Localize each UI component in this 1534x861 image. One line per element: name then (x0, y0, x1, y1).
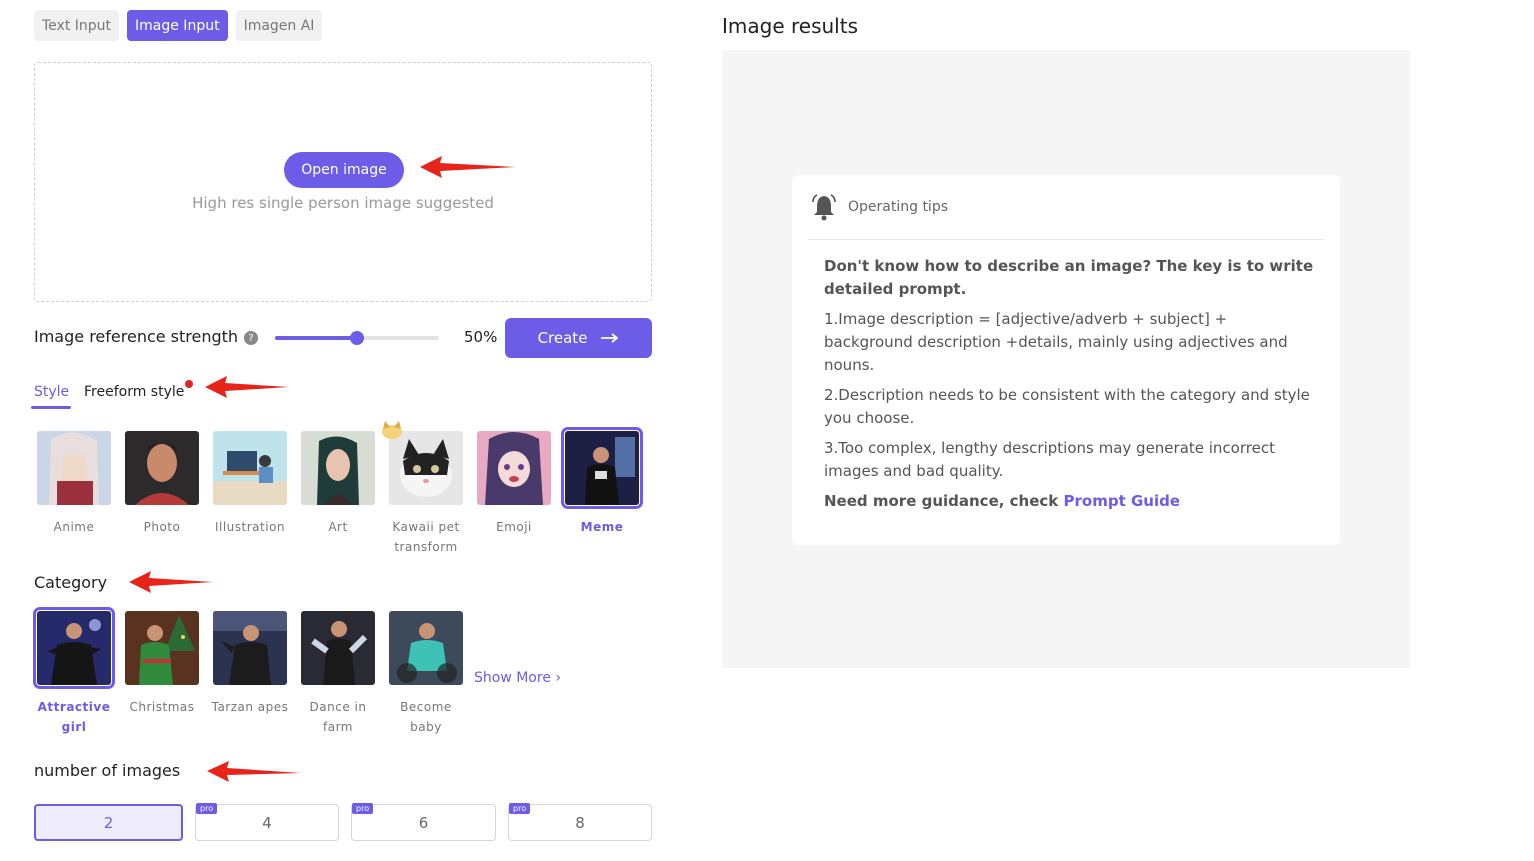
num-option-4[interactable]: pro 4 (195, 803, 339, 841)
num-option-label: 4 (262, 813, 272, 832)
style-thumbnail (301, 431, 375, 505)
show-more-label: Show More (474, 670, 551, 686)
annotation-arrow-icon (207, 761, 301, 782)
upload-hint: High res single person image suggested (192, 194, 494, 212)
num-option-label: 6 (418, 813, 429, 832)
style-label: Emoji (496, 520, 532, 534)
style-option-photo[interactable]: Photo (122, 431, 202, 537)
arrow-right-icon (601, 333, 619, 343)
style-option-illustration[interactable]: Illustration (210, 431, 290, 537)
category-thumbnail (33, 607, 115, 689)
category-option-tarzan-apes[interactable]: Tarzan apes (210, 611, 290, 717)
bell-icon (812, 194, 836, 221)
style-label: Kawaii pet transform (392, 520, 460, 554)
category-label: Dance in farm (309, 700, 367, 734)
category-label: Christmas (129, 700, 195, 714)
style-thumbnail (37, 431, 111, 505)
num-option-8[interactable]: pro 8 (508, 803, 652, 841)
slider-thumb[interactable] (350, 331, 364, 345)
style-option-emoji[interactable]: Emoji (474, 431, 554, 537)
category-thumbnail (301, 611, 375, 685)
style-option-art[interactable]: Art (298, 431, 378, 537)
num-option-2[interactable]: 2 (34, 804, 183, 841)
category-label: Tarzan apes (211, 700, 289, 714)
operating-tips-card: Operating tips Don't know how to describ… (792, 175, 1340, 545)
tips-body: Don't know how to describe an image? The… (824, 255, 1314, 520)
chevron-right-icon: › (555, 670, 561, 686)
pro-badge: pro (509, 803, 531, 814)
style-label: Meme (580, 520, 624, 534)
strength-slider[interactable] (275, 331, 439, 345)
guidance-text: Need more guidance, check (824, 492, 1064, 510)
tips-title: Operating tips (848, 199, 949, 215)
divider (808, 239, 1324, 240)
cat-sticker-icon (382, 421, 402, 439)
num-option-label: 2 (103, 813, 114, 832)
number-of-images-title: number of images (34, 761, 181, 780)
pro-badge: pro (352, 803, 374, 814)
tips-guidance: Need more guidance, check Prompt Guide (824, 490, 1314, 513)
category-thumbnail (213, 611, 287, 685)
num-option-label: 8 (575, 813, 585, 832)
category-option-christmas[interactable]: Christmas (122, 611, 202, 717)
category-thumbnail (125, 611, 199, 685)
style-thumbnail (477, 431, 551, 505)
tips-intro: Don't know how to describe an image? The… (824, 257, 1314, 298)
slider-fill (275, 336, 357, 340)
tab-freeform-style[interactable]: Freeform style (84, 384, 184, 400)
image-upload-dropzone[interactable]: Open image High res single person image … (34, 62, 652, 302)
prompt-guide-link[interactable]: Prompt Guide (1064, 492, 1181, 510)
annotation-arrow-icon (129, 571, 213, 593)
open-image-button[interactable]: Open image (284, 152, 404, 188)
style-option-kawaii-pet-transform[interactable]: Kawaii pet transform (386, 431, 466, 557)
tab-image-input[interactable]: Image Input (127, 10, 228, 41)
app-root: Text Input Image Input Imagen AI Open im… (0, 0, 1534, 861)
create-button[interactable]: Create (505, 318, 652, 358)
results-title: Image results (722, 14, 858, 38)
input-mode-tabs: Text Input Image Input Imagen AI (34, 10, 323, 41)
tips-item-3: 3.Too complex, lengthy descriptions may … (824, 439, 1275, 480)
annotation-arrow-icon (205, 376, 289, 398)
tab-text-input[interactable]: Text Input (34, 10, 120, 41)
show-more-link[interactable]: Show More › (474, 670, 561, 686)
category-label: Attractive girl (37, 700, 111, 734)
style-thumbnail (213, 431, 287, 505)
tips-item-2: 2.Description needs to be consistent wit… (824, 386, 1310, 427)
style-option-meme[interactable]: Meme (561, 427, 643, 537)
category-thumbnail (389, 611, 463, 685)
notification-dot (185, 380, 193, 388)
help-icon[interactable]: ? (244, 331, 258, 345)
pro-badge: pro (196, 803, 218, 814)
style-thumbnail (389, 431, 463, 505)
style-thumbnail (125, 431, 199, 505)
category-label: Become baby (400, 700, 452, 734)
tab-style[interactable]: Style (34, 384, 69, 400)
create-label: Create (537, 329, 588, 347)
tips-item-1: 1.Image description = [adjective/adverb … (824, 310, 1288, 374)
style-option-anime[interactable]: Anime (34, 431, 114, 537)
annotation-arrow-icon (420, 156, 516, 178)
category-title: Category (34, 573, 108, 592)
style-label: Art (328, 520, 348, 534)
style-label: Photo (143, 520, 181, 534)
strength-value: 50% (464, 328, 498, 346)
style-thumbnail (561, 427, 643, 509)
style-label: Anime (53, 520, 95, 534)
num-option-6[interactable]: pro 6 (351, 803, 496, 841)
tab-imagen-ai[interactable]: Imagen AI (235, 10, 323, 41)
style-label: Illustration (214, 520, 286, 534)
strength-label: Image reference strength (34, 327, 239, 346)
category-option-attractive-girl[interactable]: Attractive girl (33, 607, 115, 737)
category-option-become-baby[interactable]: Become baby (386, 611, 466, 737)
active-tab-underline (31, 406, 71, 409)
category-option-dance-in-farm[interactable]: Dance in farm (298, 611, 378, 737)
